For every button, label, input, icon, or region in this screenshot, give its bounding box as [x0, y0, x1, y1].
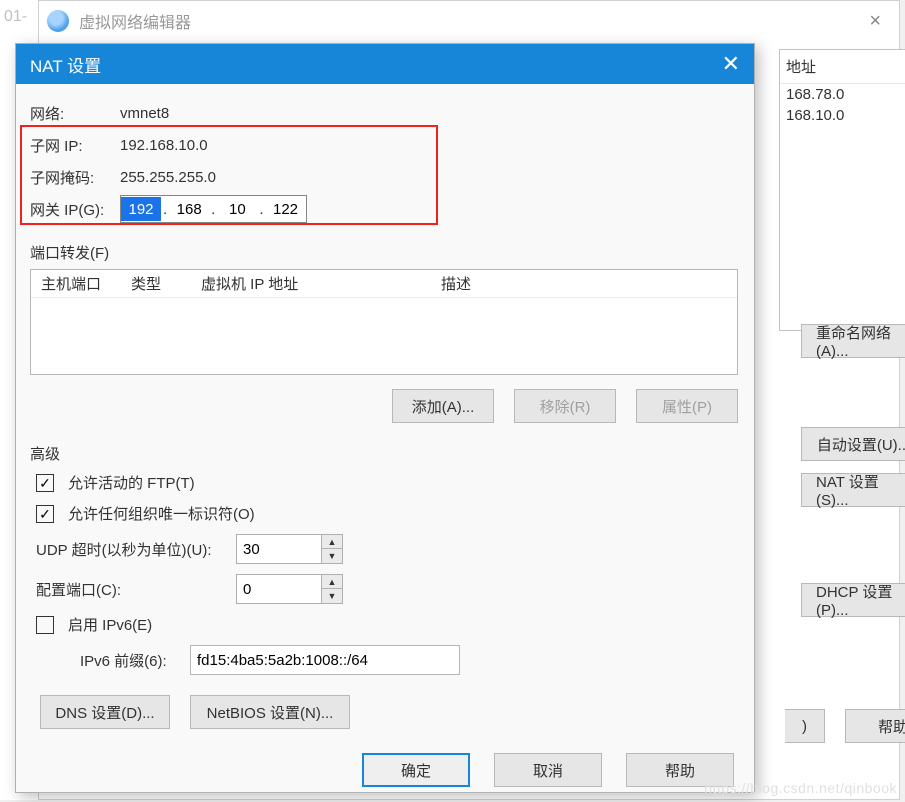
- properties-button[interactable]: 属性(P): [636, 389, 738, 423]
- vnet-list-header: 地址: [780, 50, 905, 84]
- allow-ftp-label: 允许活动的 FTP(T): [68, 472, 195, 493]
- gateway-octet-3[interactable]: [217, 197, 257, 221]
- col-description: 描述: [431, 273, 737, 294]
- rename-network-button[interactable]: 重命名网络(A)...: [801, 324, 905, 358]
- gateway-octet-4[interactable]: [266, 197, 306, 221]
- vnet-list-header-label: 地址: [786, 56, 816, 77]
- enable-ipv6-checkbox[interactable]: [36, 616, 54, 634]
- allow-oui-label: 允许任何组织唯一标识符(O): [68, 503, 255, 524]
- udp-timeout-label: UDP 超时(以秒为单位)(U):: [36, 539, 236, 560]
- config-port-spinner[interactable]: ▲ ▼: [236, 574, 343, 604]
- dot-icon: .: [161, 201, 169, 218]
- subnet-mask-value: 255.255.255.0: [120, 169, 216, 186]
- cancel-button[interactable]: 取消: [494, 753, 602, 787]
- ipv6-prefix-row: IPv6 前缀(6):: [80, 645, 738, 675]
- auto-settings-button[interactable]: 自动设置(U)...: [801, 427, 905, 461]
- forward-button-row: 添加(A)... 移除(R) 属性(P): [30, 389, 738, 423]
- gateway-octet-1[interactable]: [121, 197, 161, 221]
- list-item[interactable]: 168.78.0: [780, 84, 905, 105]
- remove-button[interactable]: 移除(R): [514, 389, 616, 423]
- subnet-ip-row: 子网 IP: 192.168.10.0: [30, 130, 738, 160]
- add-button[interactable]: 添加(A)...: [392, 389, 494, 423]
- gateway-ip-label: 网关 IP(G):: [30, 199, 120, 220]
- vnet-title: 虚拟网络编辑器: [79, 9, 859, 33]
- help-button[interactable]: 帮助: [626, 753, 734, 787]
- nat-settings-dialog: NAT 设置 ✕ 网络: vmnet8 子网 IP: 192.168.10.0 …: [15, 43, 755, 793]
- nat-body: 网络: vmnet8 子网 IP: 192.168.10.0 子网掩码: 255…: [16, 84, 754, 797]
- netbios-settings-button[interactable]: NetBIOS 设置(N)...: [190, 695, 350, 729]
- ipv6-prefix-input[interactable]: [190, 645, 460, 675]
- network-value: vmnet8: [120, 105, 169, 122]
- allow-oui-row: 允许任何组织唯一标识符(O): [36, 503, 738, 524]
- list-item[interactable]: 168.10.0: [780, 105, 905, 126]
- ipv6-prefix-label: IPv6 前缀(6):: [80, 650, 190, 671]
- gateway-octet-2[interactable]: [169, 197, 209, 221]
- advanced-title: 高级: [30, 443, 738, 464]
- vnet-cancel-button-partial[interactable]: ): [785, 709, 825, 743]
- config-port-row: 配置端口(C): ▲ ▼: [36, 574, 738, 604]
- table-header: 主机端口 类型 虚拟机 IP 地址 描述: [31, 270, 737, 298]
- advanced-group: 高级 允许活动的 FTP(T) 允许任何组织唯一标识符(O) UDP 超时(以秒…: [30, 443, 738, 729]
- dot-icon: .: [209, 201, 217, 218]
- subnet-ip-value: 192.168.10.0: [120, 137, 208, 154]
- nat-close-button[interactable]: ✕: [722, 53, 740, 75]
- dot-icon: .: [257, 201, 265, 218]
- dialog-button-row: 确定 取消 帮助: [30, 753, 738, 787]
- col-host-port: 主机端口: [31, 273, 121, 294]
- col-vm-ip: 虚拟机 IP 地址: [191, 273, 431, 294]
- vnet-footer-buttons: ) 帮助: [785, 709, 905, 743]
- enable-ipv6-row: 启用 IPv6(E): [36, 614, 738, 635]
- subnet-ip-label: 子网 IP:: [30, 135, 120, 156]
- network-label: 网络:: [30, 103, 120, 124]
- enable-ipv6-label: 启用 IPv6(E): [68, 614, 152, 635]
- port-forwarding-title: 端口转发(F): [30, 242, 738, 263]
- vnet-close-button[interactable]: ×: [859, 10, 891, 33]
- allow-ftp-row: 允许活动的 FTP(T): [36, 472, 738, 493]
- vnet-titlebar: 虚拟网络编辑器 ×: [39, 1, 899, 41]
- spinner-buttons[interactable]: ▲ ▼: [322, 574, 343, 604]
- nat-dialog-title: NAT 设置: [30, 52, 722, 77]
- vnet-help-button[interactable]: 帮助: [845, 709, 905, 743]
- ok-button[interactable]: 确定: [362, 753, 470, 787]
- col-type: 类型: [121, 273, 191, 294]
- nat-titlebar: NAT 设置 ✕: [16, 44, 754, 84]
- spin-up-icon[interactable]: ▲: [322, 575, 342, 589]
- spinner-buttons[interactable]: ▲ ▼: [322, 534, 343, 564]
- udp-timeout-spinner[interactable]: ▲ ▼: [236, 534, 343, 564]
- nat-settings-button[interactable]: NAT 设置(S)...: [801, 473, 905, 507]
- udp-timeout-row: UDP 超时(以秒为单位)(U): ▲ ▼: [36, 534, 738, 564]
- dns-netbios-row: DNS 设置(D)... NetBIOS 设置(N)...: [40, 695, 738, 729]
- config-port-input[interactable]: [236, 574, 322, 604]
- port-forwarding-group: 端口转发(F) 主机端口 类型 虚拟机 IP 地址 描述 添加(A)... 移除…: [30, 242, 738, 423]
- vnet-address-list: 地址 168.78.0 168.10.0: [779, 49, 905, 331]
- spin-down-icon[interactable]: ▼: [322, 589, 342, 603]
- dhcp-settings-button[interactable]: DHCP 设置(P)...: [801, 583, 905, 617]
- gateway-ip-input[interactable]: . . .: [120, 195, 307, 223]
- subnet-mask-row: 子网掩码: 255.255.255.0: [30, 162, 738, 192]
- network-row: 网络: vmnet8: [30, 98, 738, 128]
- dns-settings-button[interactable]: DNS 设置(D)...: [40, 695, 170, 729]
- spin-down-icon[interactable]: ▼: [322, 549, 342, 563]
- spin-up-icon[interactable]: ▲: [322, 535, 342, 549]
- globe-icon: [47, 10, 69, 32]
- subnet-mask-label: 子网掩码:: [30, 167, 120, 188]
- port-forwarding-table[interactable]: 主机端口 类型 虚拟机 IP 地址 描述: [30, 269, 738, 375]
- config-port-label: 配置端口(C):: [36, 579, 236, 600]
- allow-ftp-checkbox[interactable]: [36, 474, 54, 492]
- gateway-ip-row: 网关 IP(G): . . .: [30, 194, 738, 224]
- udp-timeout-input[interactable]: [236, 534, 322, 564]
- allow-oui-checkbox[interactable]: [36, 505, 54, 523]
